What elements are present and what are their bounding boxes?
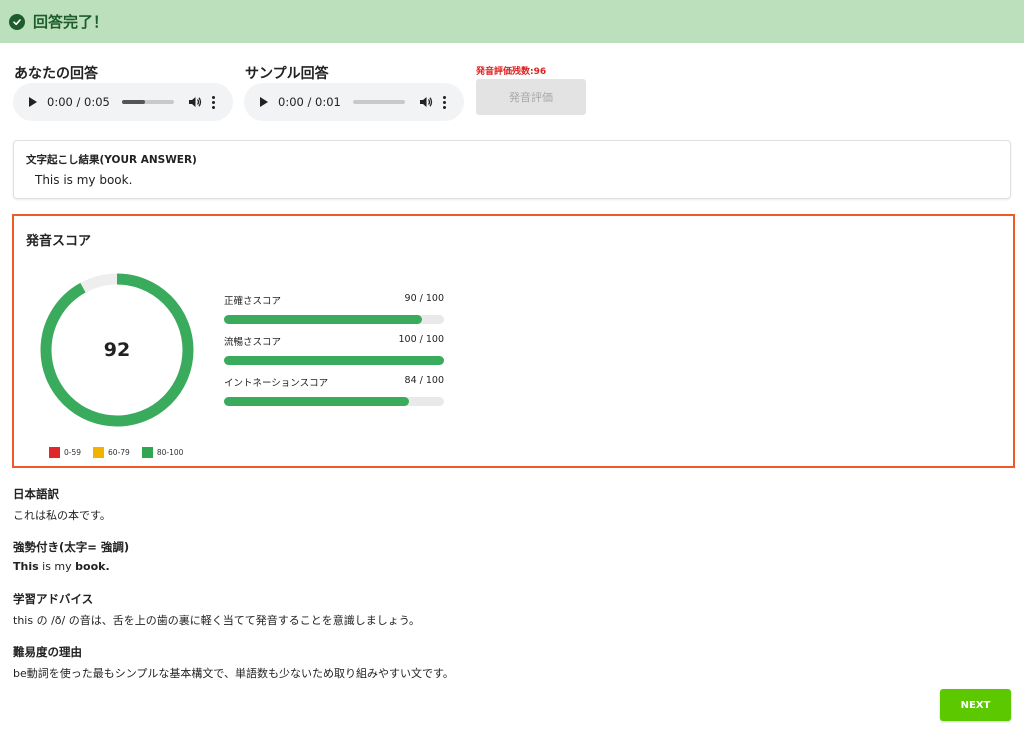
section-heading: 学習アドバイス bbox=[13, 592, 94, 606]
metric-accuracy: 正確さスコア 90 / 100 bbox=[224, 293, 444, 324]
audio-time: 0:00 / 0:01 bbox=[278, 95, 341, 109]
legend-item: 0-59 bbox=[49, 447, 81, 458]
play-icon[interactable] bbox=[260, 97, 268, 107]
stressed-word: book. bbox=[75, 560, 110, 573]
metric-bar-fill bbox=[224, 356, 444, 365]
section-heading: 強勢付き(太字= 強調) bbox=[13, 540, 130, 554]
legend-label: 0-59 bbox=[64, 448, 82, 457]
section-heading: 日本語訳 bbox=[13, 487, 59, 501]
audio-progress-fill bbox=[121, 100, 146, 104]
metric-bar bbox=[224, 356, 444, 365]
metric-bar bbox=[224, 397, 444, 406]
evaluation-remaining-count: 発音評価残数:96 bbox=[476, 67, 547, 77]
legend-swatch bbox=[93, 447, 105, 458]
score-legend: 0-59 60-79 80-100 bbox=[49, 447, 195, 458]
transcript-card: 文字起こし結果(YOUR ANSWER) This is my book. bbox=[13, 140, 1011, 199]
metric-score: 90 / 100 bbox=[404, 293, 444, 304]
japanese-translation-section: 日本語訳 これは私の本です。 bbox=[13, 486, 111, 523]
score-heading: 発音スコア bbox=[26, 234, 92, 249]
volume-icon[interactable] bbox=[419, 96, 433, 108]
legend-swatch bbox=[141, 447, 153, 458]
transcript-heading: 文字起こし結果(YOUR ANSWER) bbox=[26, 154, 197, 166]
stressed-word: This bbox=[13, 560, 39, 573]
sample-answer-label: サンプル回答 bbox=[245, 66, 329, 82]
volume-icon[interactable] bbox=[188, 96, 202, 108]
your-answer-label: あなたの回答 bbox=[14, 66, 98, 82]
audio-time: 0:00 / 0:05 bbox=[47, 95, 110, 109]
section-text: これは私の本です。 bbox=[13, 509, 111, 522]
transcript-text: This is my book. bbox=[35, 173, 133, 187]
more-options-icon[interactable] bbox=[211, 95, 215, 109]
metric-label: 流暢さスコア bbox=[224, 337, 282, 348]
legend-item: 80-100 bbox=[141, 447, 184, 458]
your-answer-audio-player[interactable]: 0:00 / 0:05 bbox=[13, 83, 233, 121]
completion-banner: 回答完了！ bbox=[0, 0, 1024, 43]
pronunciation-score-card: 発音スコア 92 正確さスコア 90 / 100 流暢さスコア 100 / 10… bbox=[12, 214, 1015, 468]
difficulty-reason-section: 難易度の理由 be動詞を使った最もシンプルな基本構文で、単語数も少ないため取り組… bbox=[13, 644, 454, 681]
legend-item: 60-79 bbox=[93, 447, 130, 458]
pronunciation-eval-button[interactable]: 発音評価 bbox=[476, 79, 586, 115]
metric-bar-fill bbox=[224, 397, 409, 406]
metric-label: イントネーションスコア bbox=[224, 378, 329, 389]
audio-progress-track[interactable] bbox=[352, 100, 405, 104]
legend-swatch bbox=[49, 447, 60, 458]
legend-label: 60-79 bbox=[108, 448, 130, 457]
metric-score: 100 / 100 bbox=[398, 334, 444, 345]
section-heading: 難易度の理由 bbox=[13, 645, 82, 659]
completion-title: 回答完了！ bbox=[33, 13, 109, 31]
legend-label: 80-100 bbox=[156, 448, 184, 457]
total-score: 92 bbox=[103, 339, 131, 361]
metric-intonation: イントネーションスコア 84 / 100 bbox=[224, 375, 444, 406]
sample-answer-audio-player[interactable]: 0:00 / 0:01 bbox=[244, 83, 464, 121]
audio-progress-track[interactable] bbox=[121, 100, 174, 104]
next-button[interactable]: NEXT bbox=[940, 689, 1011, 721]
check-circle-icon bbox=[9, 13, 25, 30]
metric-bar-fill bbox=[224, 315, 422, 324]
metric-bar bbox=[224, 315, 444, 324]
metric-label: 正確さスコア bbox=[224, 296, 282, 307]
section-text: this の /ð/ の音は、舌を上の歯の裏に軽く当てて発音することを意識しまし… bbox=[13, 614, 421, 627]
stressed-sentence: This is my book. bbox=[13, 560, 129, 573]
metric-score: 84 / 100 bbox=[404, 375, 444, 386]
play-icon[interactable] bbox=[29, 97, 37, 107]
learning-advice-section: 学習アドバイス this の /ð/ の音は、舌を上の歯の裏に軽く当てて発音する… bbox=[13, 591, 420, 628]
unstressed-words: is my bbox=[38, 560, 76, 573]
metric-fluency: 流暢さスコア 100 / 100 bbox=[224, 334, 444, 365]
more-options-icon[interactable] bbox=[442, 95, 446, 109]
section-text: be動詞を使った最もシンプルな基本構文で、単語数も少ないため取り組みやすい文です… bbox=[13, 667, 454, 680]
stress-section: 強勢付き(太字= 強調) This is my book. bbox=[13, 539, 129, 573]
